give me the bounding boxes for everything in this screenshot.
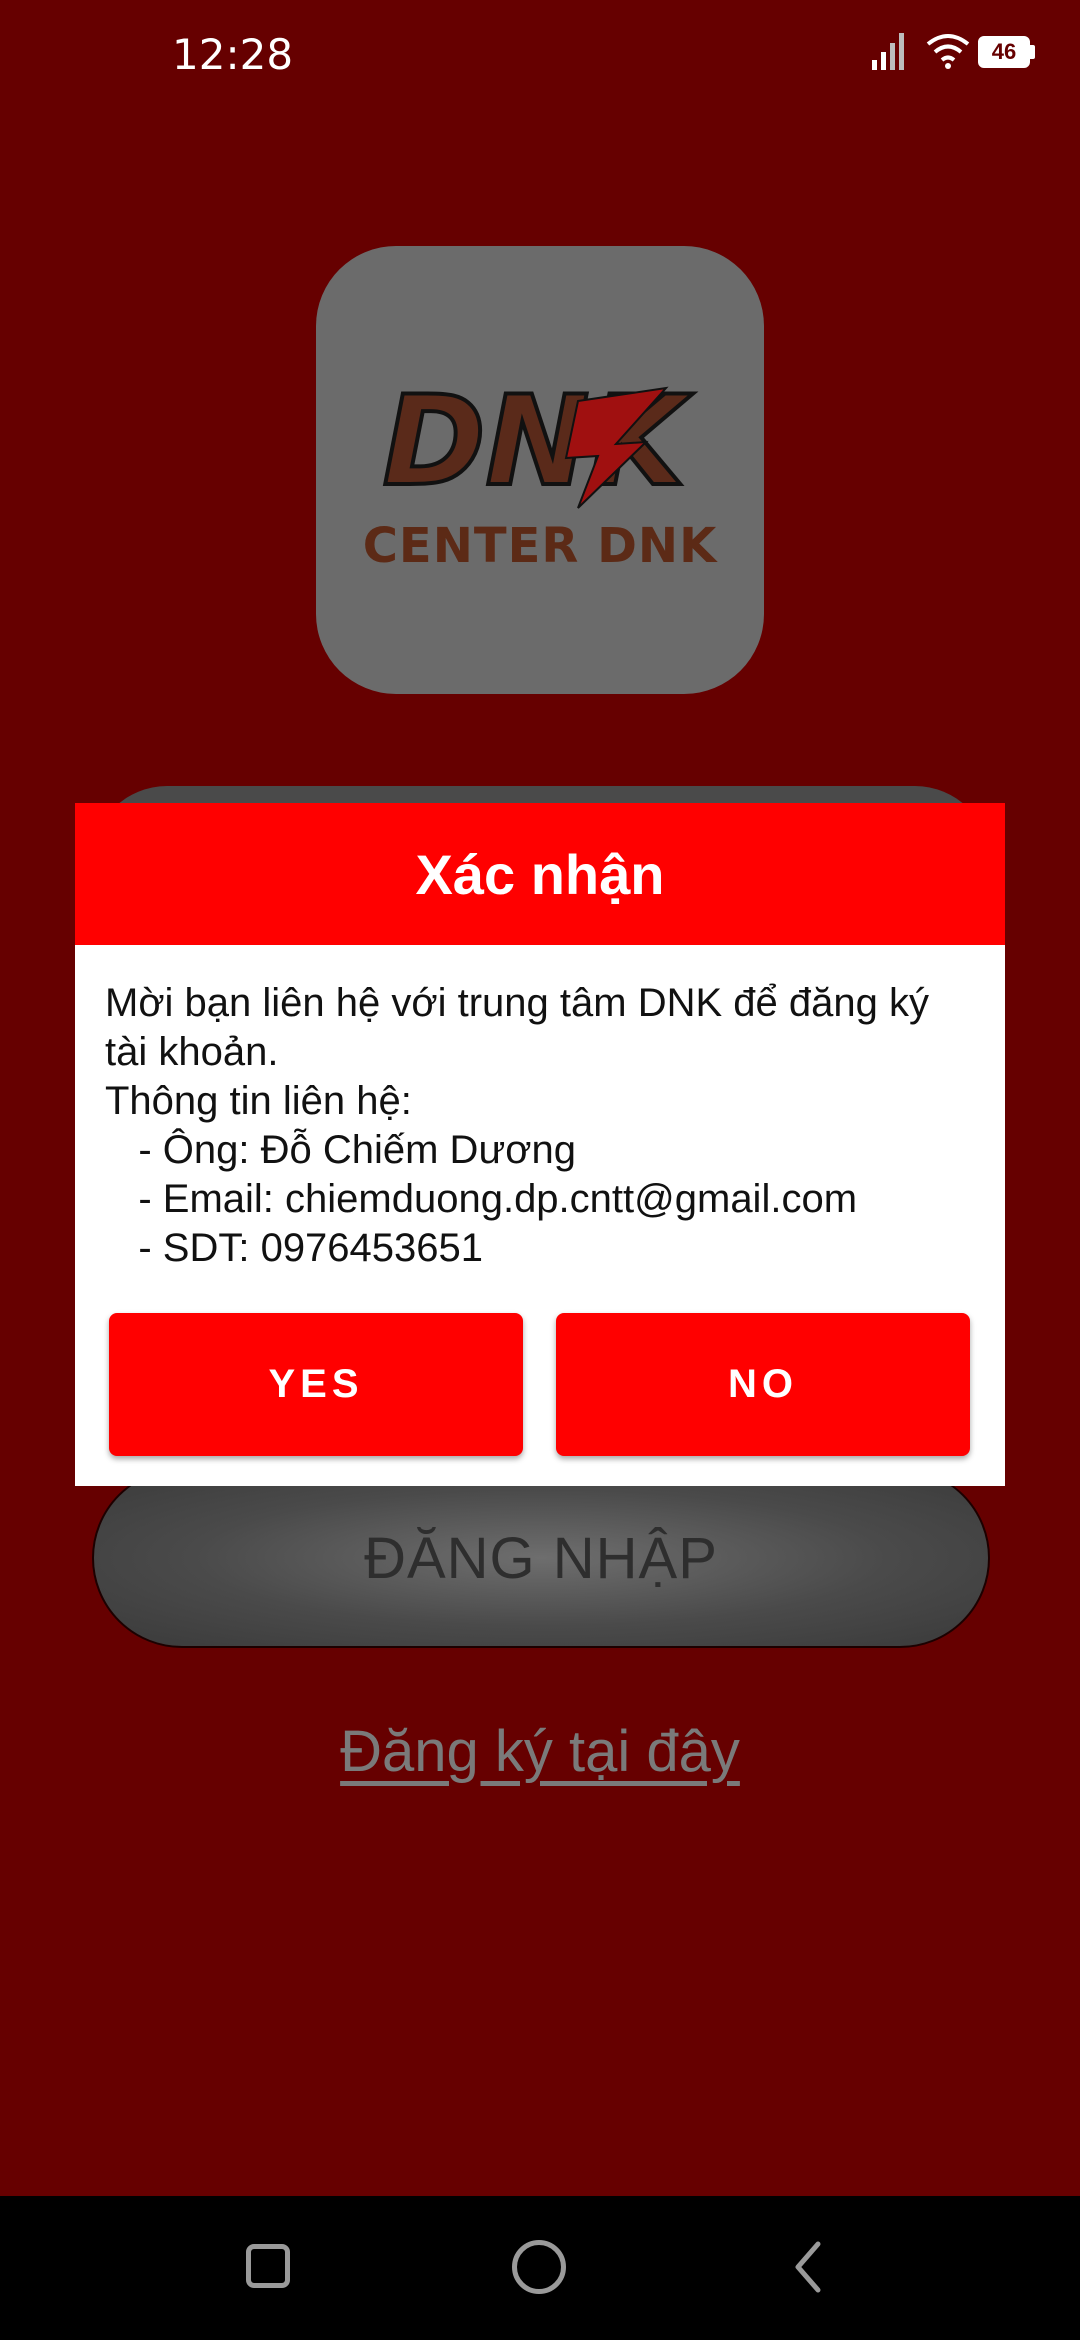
status-time: 12:28	[172, 30, 294, 79]
dialog-message: Mời bạn liên hệ với trung tâm DNK để đăn…	[105, 979, 985, 1273]
logo-caption: CENTER DNK	[362, 518, 718, 574]
app-logo: DNK CENTER DNK	[316, 246, 764, 694]
back-chevron-icon[interactable]	[790, 2240, 826, 2294]
message-line: - SDT: 0976453651	[105, 1226, 484, 1270]
dialog-title: Xác nhận	[75, 803, 1005, 945]
message-line: Thông tin liên hệ:	[105, 1079, 412, 1123]
recents-square-icon[interactable]	[246, 2244, 290, 2288]
confirmation-dialog: Xác nhận Mời bạn liên hệ với trung tâm D…	[75, 803, 1005, 1486]
message-line: - Email: chiemduong.dp.cntt@gmail.com	[105, 1177, 858, 1221]
register-link-label[interactable]: Đăng ký tại đây	[340, 1719, 740, 1784]
battery-level: 46	[991, 39, 1017, 64]
register-link[interactable]: Đăng ký tại đây	[0, 1718, 1080, 1785]
wifi-icon	[926, 34, 970, 69]
status-bar: 12:28 46	[0, 0, 1080, 120]
message-line: - Ông: Đỗ Chiếm Dương	[105, 1128, 576, 1172]
no-button[interactable]: NO	[556, 1313, 970, 1456]
cellular-signal-icon	[872, 33, 904, 70]
system-nav-bar	[0, 2196, 1080, 2340]
battery-tip	[1030, 45, 1035, 59]
message-line: Mời bạn liên hệ với trung tâm DNK để đăn…	[105, 981, 929, 1025]
login-button[interactable]: ĐĂNG NHẬP	[92, 1468, 990, 1648]
message-line: tài khoản.	[105, 1030, 279, 1074]
battery-icon: 46	[978, 36, 1030, 68]
yes-button[interactable]: YES	[109, 1313, 523, 1456]
home-circle-icon[interactable]	[512, 2240, 566, 2294]
dnk-logo-mark: DNK	[381, 368, 696, 516]
